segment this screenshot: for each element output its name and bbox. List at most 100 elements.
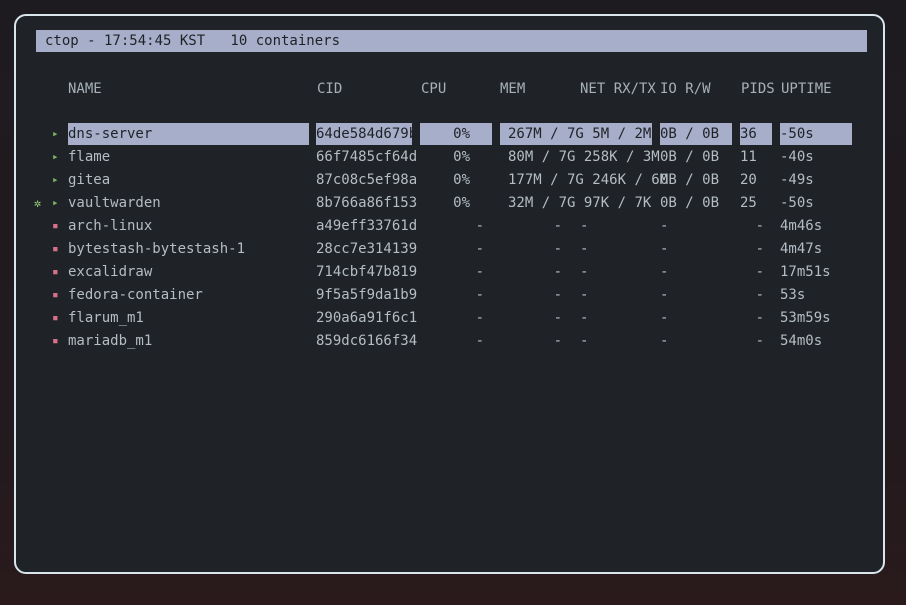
container-io: - [660, 333, 669, 349]
container-uptime: 4m47s [780, 241, 823, 257]
container-uptime: -50s [780, 123, 852, 145]
container-uptime: 54m0s [780, 333, 823, 349]
container-net: - [580, 218, 589, 234]
container-cid: 9f5a5f9da1b9 [316, 287, 418, 303]
stopped-status-icon: ▪ [52, 219, 59, 232]
container-cpu: - [475, 218, 484, 234]
container-cid: 859dc6166f34 [316, 333, 418, 349]
container-net: - [580, 310, 589, 326]
container-uptime: 4m46s [780, 218, 823, 234]
container-cpu: 0% [453, 172, 470, 188]
container-pids: 25 [740, 195, 757, 211]
column-header-mem[interactable]: MEM [500, 78, 525, 100]
container-mem: - [553, 264, 562, 280]
ctop-header-bar: ctop - 17:54:45 KST 10 containers [36, 30, 867, 52]
column-header-name[interactable]: NAME [68, 78, 102, 100]
container-mem-net: 80M / 7G 258K / 3M [500, 146, 660, 168]
container-io: 0B / 0B [660, 172, 720, 188]
container-pids: - [755, 218, 764, 234]
container-mem: - [553, 287, 562, 303]
container-name[interactable]: arch-linux [68, 215, 309, 237]
container-io: - [660, 264, 669, 280]
container-uptime: 53s [780, 287, 806, 303]
running-status-icon: ▸ [52, 196, 59, 209]
container-name[interactable]: excalidraw [68, 261, 309, 283]
container-cid: 28cc7e314139 [316, 241, 418, 257]
container-uptime: -49s [780, 172, 814, 188]
container-pids: - [755, 264, 764, 280]
container-pids: 20 [740, 172, 757, 188]
container-cpu: - [475, 287, 484, 303]
stopped-status-icon: ▪ [52, 242, 59, 255]
container-mem-net: 267M / 7G 5M / 2M [500, 123, 652, 145]
container-cid: 87c08c5ef98a [316, 172, 418, 188]
container-mem: 177M / 7G [508, 172, 584, 188]
stopped-status-icon: ▪ [52, 288, 59, 301]
container-name[interactable]: bytestash-bytestash-1 [68, 238, 309, 260]
stopped-status-icon: ▪ [52, 265, 59, 278]
container-net: - [580, 333, 589, 349]
container-cid: 290a6a91f6c1 [316, 310, 418, 326]
container-net: 97K / 7K [583, 195, 652, 211]
container-mem: - [553, 241, 562, 257]
container-cpu: 0% [453, 195, 470, 211]
container-uptime: 17m51s [780, 264, 831, 280]
container-uptime: 53m59s [780, 310, 831, 326]
container-pids: - [755, 333, 764, 349]
container-name[interactable]: vaultwarden [68, 192, 309, 214]
health-icon: ✲ [34, 196, 42, 210]
column-header-uptime[interactable]: UPTIME [781, 78, 832, 100]
container-cid: 8b766a86f153 [316, 195, 418, 211]
container-net: - [580, 287, 589, 303]
running-status-icon: ▸ [52, 150, 59, 163]
running-status-icon: ▸ [52, 173, 59, 186]
stopped-status-icon: ▪ [52, 311, 59, 324]
column-header-io[interactable]: IO R/W [660, 78, 711, 100]
container-name[interactable]: flarum_m1 [68, 307, 309, 329]
container-net: - [580, 241, 589, 257]
container-cpu: - [475, 310, 484, 326]
container-io: - [660, 218, 669, 234]
column-header-cpu[interactable]: CPU [421, 78, 446, 100]
container-cpu: - [475, 241, 484, 257]
container-name[interactable]: fedora-container [68, 284, 309, 306]
container-cpu: 0% [453, 149, 470, 165]
container-name[interactable]: flame [68, 146, 309, 168]
container-cpu: - [475, 264, 484, 280]
container-net: 246K / 6M [592, 172, 669, 188]
container-cid: 64de584d679b [316, 123, 417, 145]
container-uptime: -50s [780, 195, 814, 211]
running-status-icon: ▸ [52, 127, 59, 140]
column-header-cid[interactable]: CID [317, 78, 342, 100]
container-io: 0B / 0B [660, 149, 720, 165]
container-mem: - [553, 218, 562, 234]
container-cpu: - [475, 333, 484, 349]
container-io: 0B / 0B [660, 123, 732, 145]
container-net: 258K / 3M [583, 149, 660, 165]
container-cpu: 0% [420, 123, 492, 145]
container-mem-net: 32M / 7G 97K / 7K [500, 192, 652, 214]
container-io: - [660, 287, 669, 303]
container-uptime: -40s [780, 149, 814, 165]
container-name[interactable]: mariadb_m1 [68, 330, 309, 352]
container-cid: 66f7485cf64d [316, 149, 418, 165]
container-pids: - [755, 287, 764, 303]
container-io: 0B / 0B [660, 195, 720, 211]
column-header-net[interactable]: NET RX/TX [580, 78, 656, 100]
container-mem: - [553, 310, 562, 326]
container-mem: 32M / 7G [508, 195, 576, 211]
column-header-pids[interactable]: PIDS [741, 78, 775, 100]
terminal-window[interactable]: ctop - 17:54:45 KST 10 containers NAME C… [14, 14, 885, 574]
container-mem: 80M / 7G [508, 149, 576, 165]
container-mem-net: 177M / 7G 246K / 6M [500, 169, 668, 191]
container-net: 5M / 2M [592, 126, 652, 142]
container-mem: - [553, 333, 562, 349]
container-pids: 11 [740, 149, 757, 165]
container-name[interactable]: dns-server [68, 123, 309, 145]
container-name[interactable]: gitea [68, 169, 309, 191]
container-pids: - [755, 310, 764, 326]
container-pids: 36 [740, 123, 772, 145]
container-io: - [660, 310, 669, 326]
container-cid: 714cbf47b819 [316, 264, 418, 280]
container-net: - [580, 264, 589, 280]
